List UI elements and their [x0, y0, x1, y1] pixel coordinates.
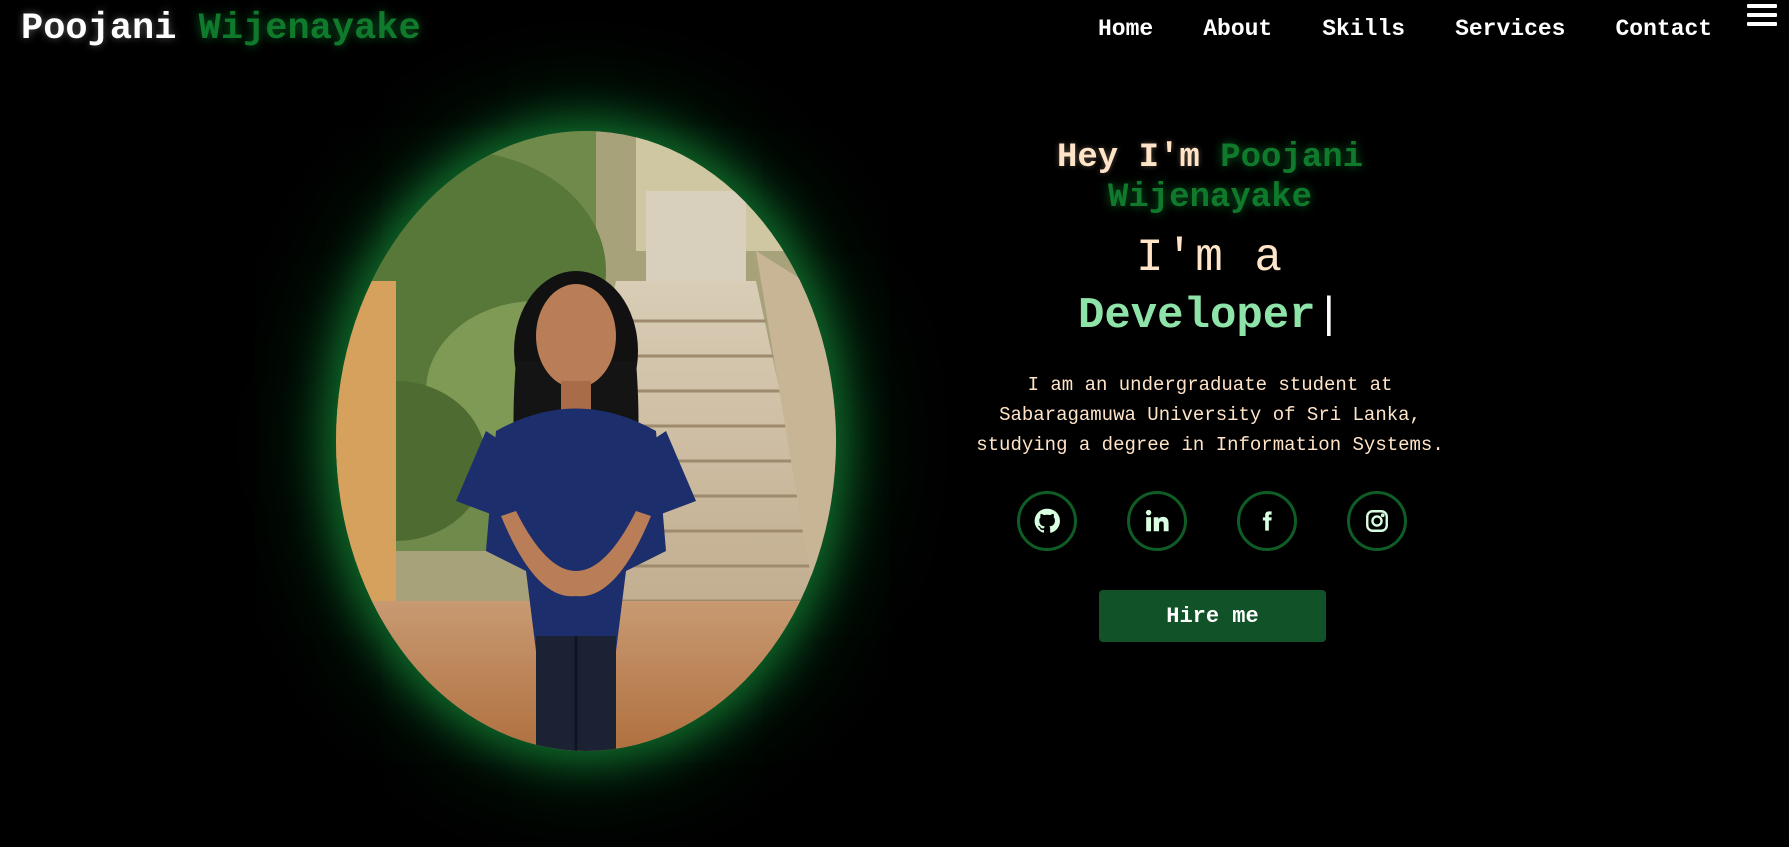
nav-about[interactable]: About	[1203, 16, 1272, 42]
instagram-icon	[1366, 510, 1388, 532]
nav-services[interactable]: Services	[1455, 16, 1565, 42]
hamburger-icon[interactable]	[1747, 4, 1777, 28]
linkedin-link[interactable]	[1127, 491, 1187, 551]
logo-last-name: Wijenayake	[198, 8, 421, 50]
hero-greeting: Hey I'm Poojani Wijenayake	[960, 138, 1460, 218]
hero-bio: I am an undergraduate student at Sabarag…	[976, 374, 1444, 456]
role-text: Developer	[1077, 291, 1316, 341]
nav-skills[interactable]: Skills	[1322, 16, 1405, 42]
facebook-icon	[1262, 511, 1272, 531]
github-icon	[1034, 508, 1060, 533]
instagram-link[interactable]	[1347, 491, 1407, 551]
profile-photo	[336, 131, 836, 751]
logo-first-name: Poojani	[21, 8, 177, 50]
hero-role: Developer|	[960, 286, 1460, 346]
github-link[interactable]	[1017, 491, 1077, 551]
linkedin-icon	[1145, 509, 1169, 532]
hire-me-button[interactable]: Hire me	[1099, 590, 1326, 642]
site-logo[interactable]: Poojani Wijenayake	[21, 8, 421, 50]
hero-section: Hey I'm Poojani Wijenayake I'm a Develop…	[960, 138, 1460, 460]
typing-cursor: |	[1315, 291, 1343, 341]
hero-iam: I'm a	[1135, 232, 1285, 284]
greeting-prefix: Hey I'm	[1056, 139, 1200, 177]
main-nav: Home About Skills Services Contact	[1098, 16, 1712, 42]
social-links	[1017, 491, 1407, 551]
facebook-link[interactable]	[1237, 491, 1297, 551]
site-header: Poojani Wijenayake Home About Skills Ser…	[0, 0, 1789, 62]
nav-contact[interactable]: Contact	[1615, 16, 1712, 42]
nav-home[interactable]: Home	[1098, 16, 1153, 42]
